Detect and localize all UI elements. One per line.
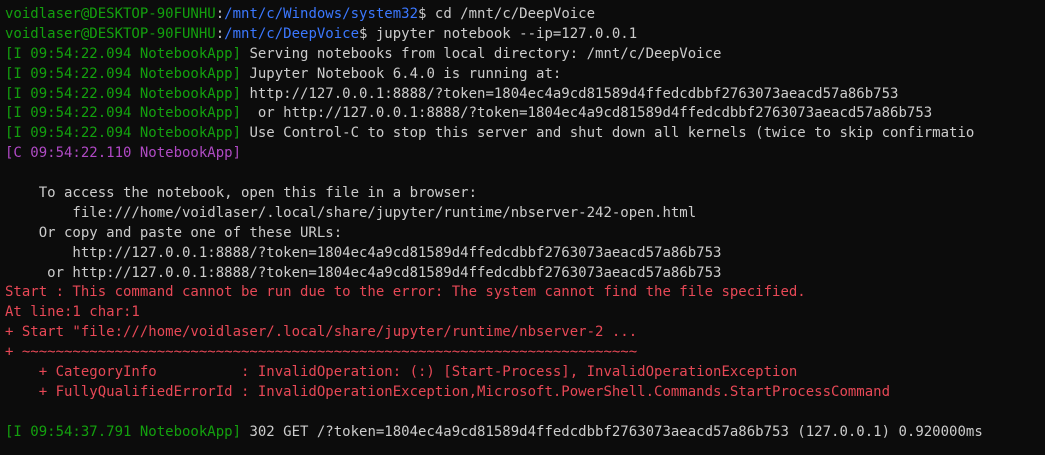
terminal-text-segment: Use Control-C to stop this server and sh… xyxy=(241,125,975,142)
terminal-line: voidlaser@DESKTOP-90FUNHU:/mnt/c/DeepVoi… xyxy=(5,25,1045,45)
terminal-text-segment: http://127.0.0.1:8888/?token=1804ec4a9cd… xyxy=(241,85,899,102)
terminal-text-segment: file:///home/voidlaser/.local/share/jupy… xyxy=(5,204,697,221)
terminal-text-segment: $ cd /mnt/c/DeepVoice xyxy=(418,6,596,22)
terminal-text-segment: At line:1 char:1 xyxy=(5,304,140,321)
terminal-text-segment: 302 GET /?token=1804ec4a9cd81589d4ffedcd… xyxy=(241,423,983,440)
terminal-line: [I 09:54:22.094 NotebookApp] Serving not… xyxy=(5,45,1045,65)
terminal-text-segment: [I 09:54:22.094 NotebookApp] xyxy=(5,105,242,122)
terminal-window[interactable]: voidlaser@DESKTOP-90FUNHU:/mnt/c/Windows… xyxy=(0,0,1045,455)
terminal-text-segment: /mnt/c/DeepVoice xyxy=(224,25,360,42)
terminal-text-segment: + CategoryInfo : InvalidOperation: (:) [… xyxy=(5,364,798,381)
terminal-text-segment: + Start "file:///home/voidlaser/.local/s… xyxy=(5,324,638,341)
terminal-text-segment: [I 09:54:37.791 NotebookApp] xyxy=(5,423,242,440)
terminal-text-segment: Jupyter Notebook 6.4.0 is running at: xyxy=(241,65,562,82)
terminal-line: [I 09:54:37.791 NotebookApp] 302 GET /?t… xyxy=(5,423,1045,443)
terminal-line: + ~~~~~~~~~~~~~~~~~~~~~~~~~~~~~~~~~~~~~~… xyxy=(5,343,1045,363)
terminal-line: http://127.0.0.1:8888/?token=1804ec4a9cd… xyxy=(5,244,1045,264)
terminal-text-segment: [I 09:54:22.094 NotebookApp] xyxy=(5,85,242,102)
terminal-line: [I 09:54:22.094 NotebookApp] Jupyter Not… xyxy=(5,65,1045,85)
terminal-line: [I 09:54:22.094 NotebookApp] or http://1… xyxy=(5,104,1045,124)
terminal-line: [I 09:54:22.094 NotebookApp] http://127.… xyxy=(5,85,1045,105)
terminal-text-segment: voidlaser@DESKTOP-90FUNHU xyxy=(5,25,216,42)
terminal-text-segment: : xyxy=(215,25,225,42)
terminal-text-segment: or http://127.0.0.1:8888/?token=1804ec4a… xyxy=(241,105,933,122)
terminal-text-segment: voidlaser@DESKTOP-90FUNHU xyxy=(5,6,216,22)
terminal-text-segment: [I 09:54:22.094 NotebookApp] xyxy=(5,45,242,62)
terminal-line: [I 09:54:22.094 NotebookApp] Use Control… xyxy=(5,124,1045,144)
terminal-line: At line:1 char:1 xyxy=(5,303,1045,323)
terminal-output: voidlaser@DESKTOP-90FUNHU:/mnt/c/Windows… xyxy=(5,5,1045,443)
terminal-text-segment: Start : This command cannot be run due t… xyxy=(5,284,806,301)
terminal-text-segment: + ~~~~~~~~~~~~~~~~~~~~~~~~~~~~~~~~~~~~~~… xyxy=(5,344,638,361)
terminal-text-segment: $ jupyter notebook --ip=127.0.0.1 xyxy=(359,25,638,42)
terminal-line: file:///home/voidlaser/.local/share/jupy… xyxy=(5,204,1045,224)
terminal-text-segment: Serving notebooks from local directory: … xyxy=(241,45,722,62)
terminal-text-segment: : xyxy=(215,6,225,22)
terminal-text-segment: [I 09:54:22.094 NotebookApp] xyxy=(5,125,242,142)
terminal-line: + CategoryInfo : InvalidOperation: (:) [… xyxy=(5,363,1045,383)
terminal-line: [C 09:54:22.110 NotebookApp] xyxy=(5,144,1045,164)
terminal-line: + FullyQualifiedErrorId : InvalidOperati… xyxy=(5,383,1045,403)
terminal-text-segment: [C 09:54:22.110 NotebookApp] xyxy=(5,145,242,162)
terminal-text-segment: http://127.0.0.1:8888/?token=1804ec4a9cd… xyxy=(5,244,722,261)
terminal-line: + Start "file:///home/voidlaser/.local/s… xyxy=(5,323,1045,343)
terminal-text-segment: + FullyQualifiedErrorId : InvalidOperati… xyxy=(5,383,891,400)
terminal-line: voidlaser@DESKTOP-90FUNHU:/mnt/c/Windows… xyxy=(5,5,1045,25)
terminal-text-segment: Or copy and paste one of these URLs: xyxy=(5,224,343,241)
terminal-line: or http://127.0.0.1:8888/?token=1804ec4a… xyxy=(5,264,1045,284)
terminal-line: To access the notebook, open this file i… xyxy=(5,184,1045,204)
terminal-text-segment: [I 09:54:22.094 NotebookApp] xyxy=(5,65,242,82)
terminal-line: Or copy and paste one of these URLs: xyxy=(5,224,1045,244)
terminal-line: Start : This command cannot be run due t… xyxy=(5,283,1045,303)
terminal-text-segment: /mnt/c/Windows/system32 xyxy=(224,6,419,22)
terminal-text-segment: or http://127.0.0.1:8888/?token=1804ec4a… xyxy=(5,264,722,281)
terminal-text-segment: To access the notebook, open this file i… xyxy=(5,185,478,202)
